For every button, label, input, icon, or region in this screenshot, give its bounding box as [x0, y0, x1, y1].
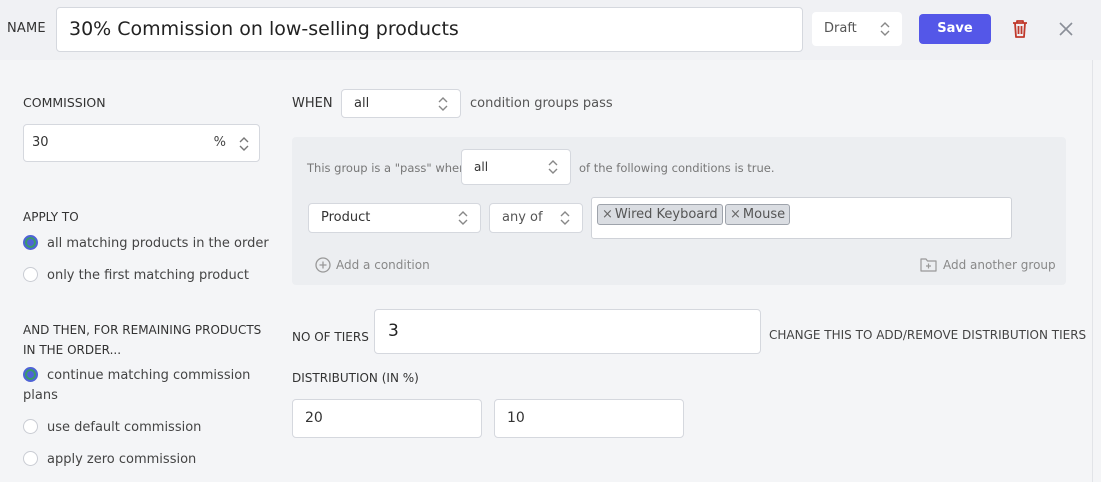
scrollbar[interactable] — [1092, 60, 1101, 482]
value-tag[interactable]: × Mouse — [725, 204, 791, 225]
status-value: Draft — [824, 21, 857, 36]
plus-circle-icon — [315, 257, 331, 273]
commission-unit: % — [213, 135, 226, 150]
tiers-label: NO OF TIERS — [292, 330, 369, 344]
then-option-label: apply zero commission — [47, 452, 197, 467]
radio-selected-icon[interactable] — [23, 367, 38, 382]
group-suffix: of the following conditions is true. — [579, 161, 775, 175]
tiers-help-text: CHANGE THIS TO ADD/REMOVE DISTRIBUTION T… — [769, 328, 1087, 342]
condition-group: This group is a "pass" when all of the f… — [292, 137, 1066, 285]
apply-option-label: only the first matching product — [47, 268, 249, 283]
tiers-input[interactable]: 3 — [374, 309, 761, 354]
chevron-updown-icon — [438, 96, 448, 111]
commission-input[interactable]: 30 % — [23, 124, 260, 162]
then-option-label: continue matching commission plans — [23, 368, 251, 403]
remove-tag-icon[interactable]: × — [730, 207, 741, 222]
condition-field-select[interactable]: Product — [308, 203, 481, 233]
distribution-tier-1-input[interactable]: 20 — [292, 399, 482, 438]
condition-field-value: Product — [321, 210, 371, 225]
chevron-updown-icon — [548, 160, 558, 174]
when-label: WHEN — [292, 96, 333, 111]
distribution-label: DISTRIBUTION (IN %) — [292, 371, 419, 385]
apply-option-first[interactable]: only the first matching product — [23, 266, 249, 286]
apply-option-all[interactable]: all matching products in the order — [23, 234, 269, 254]
close-icon[interactable] — [1058, 21, 1074, 37]
when-suffix: condition groups pass — [470, 96, 613, 111]
condition-operator-select[interactable]: any of — [489, 203, 583, 233]
apply-to-label: APPLY TO — [23, 210, 79, 224]
condition-values-input[interactable]: × Wired Keyboard × Mouse — [591, 197, 1012, 239]
radio-empty-icon[interactable] — [23, 267, 38, 282]
trash-icon[interactable] — [1011, 19, 1029, 39]
add-condition-button[interactable]: Add a condition — [315, 257, 430, 273]
then-option-zero[interactable]: apply zero commission — [23, 450, 196, 470]
then-option-default[interactable]: use default commission — [23, 418, 201, 438]
condition-operator-value: any of — [502, 210, 543, 225]
and-then-label: AND THEN, FOR REMAINING PRODUCTS IN THE … — [23, 323, 262, 357]
add-group-button[interactable]: Add another group — [920, 258, 1056, 272]
value-tag-label: Mouse — [742, 207, 786, 222]
chevron-updown-icon — [880, 22, 890, 36]
radio-selected-icon[interactable] — [23, 235, 38, 250]
then-option-continue[interactable]: continue matching commission plans — [23, 366, 263, 406]
folder-plus-icon — [920, 258, 937, 272]
add-group-label: Add another group — [943, 258, 1056, 272]
add-condition-label: Add a condition — [336, 258, 430, 272]
group-match-select[interactable]: all — [461, 149, 571, 185]
value-tag[interactable]: × Wired Keyboard — [597, 204, 723, 225]
commission-label: COMMISSION — [23, 95, 106, 110]
group-match-value: all — [474, 160, 489, 174]
remove-tag-icon[interactable]: × — [602, 207, 613, 222]
top-bar: NAME 30% Commission on low-selling produ… — [0, 0, 1101, 60]
apply-option-label: all matching products in the order — [47, 236, 269, 251]
distribution-tier-2-input[interactable]: 10 — [494, 399, 684, 438]
commission-value: 30 — [32, 135, 49, 150]
when-select[interactable]: all — [341, 89, 461, 118]
name-label: NAME — [7, 21, 46, 36]
status-select[interactable]: Draft — [812, 12, 902, 46]
group-prefix: This group is a "pass" when — [307, 161, 467, 175]
chevron-updown-icon — [560, 211, 570, 225]
when-value: all — [354, 96, 370, 111]
chevron-updown-icon[interactable] — [239, 136, 249, 152]
chevron-updown-icon — [458, 211, 468, 225]
radio-empty-icon[interactable] — [23, 419, 38, 434]
name-input[interactable]: 30% Commission on low-selling products — [56, 7, 803, 52]
radio-empty-icon[interactable] — [23, 451, 38, 466]
then-option-label: use default commission — [47, 420, 202, 435]
value-tag-label: Wired Keyboard — [614, 207, 718, 222]
save-button[interactable]: Save — [919, 14, 991, 44]
